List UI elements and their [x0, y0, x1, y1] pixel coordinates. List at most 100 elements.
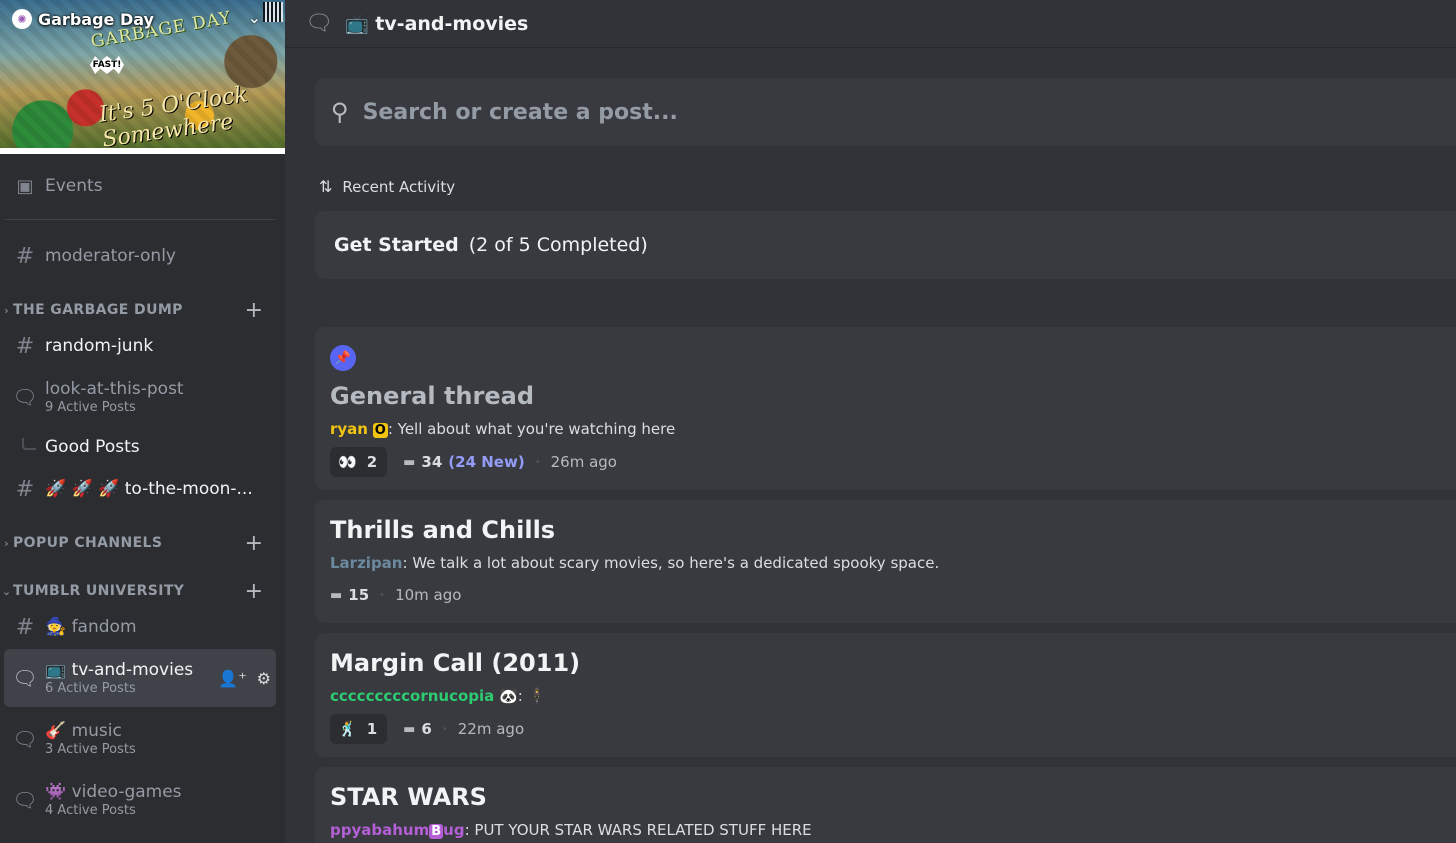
post-title: Thrills and Chills [330, 516, 556, 544]
channel-label: random-junk [45, 336, 154, 356]
message-count: 6 [421, 720, 432, 738]
post-preview: ryan O: Yell about what you're watching … [330, 420, 675, 438]
sidebar-item-look-at-this-post[interactable]: 🗨 look-at-this-post 9 Active Posts [0, 374, 285, 420]
post-text: : We talk a lot about scary movies, so h… [402, 554, 940, 572]
channel-label: 🧙 fandom [45, 617, 137, 637]
reaction-button[interactable]: 👀 2 [330, 447, 388, 477]
category-tumblr-university[interactable]: ⌄ TUMBLR UNIVERSITY + [0, 579, 285, 604]
sidebar-item-music[interactable]: 🗨 🎸 music 3 Active Posts [0, 716, 285, 762]
sidebar-item-video-games[interactable]: 🗨 👾 video-games 4 Active Posts [0, 777, 285, 823]
get-started-banner[interactable]: Get Started (2 of 5 Completed) [315, 211, 1456, 279]
channel-label: moderator-only [45, 246, 176, 266]
add-channel-icon[interactable]: + [245, 579, 263, 604]
search-bar[interactable]: ⚲ [315, 78, 1456, 146]
channel-label: look-at-this-post [45, 379, 184, 399]
post-text: : PUT YOUR STAR WARS RELATED STUFF HERE [464, 821, 812, 839]
post-card-general-thread[interactable]: 📌 General thread ryan O: Yell about what… [315, 327, 1456, 490]
pin-icon: 📌 [330, 345, 356, 371]
channel-header: 🗨 📺 tv-and-movies [285, 0, 1456, 48]
chevron-down-icon[interactable]: ⌄ [248, 8, 261, 27]
sidebar-item-random-junk[interactable]: # random-junk [0, 330, 285, 362]
author-badge: B [429, 824, 444, 839]
message-icon: ▬ [403, 454, 416, 470]
hash-icon: # [15, 333, 35, 359]
invite-member-icon[interactable]: 👤⁺ [218, 669, 246, 688]
forum-icon: 🗨 [12, 727, 38, 751]
channel-title: 📺 tv-and-movies [344, 13, 529, 35]
reaction-count: 2 [366, 453, 378, 471]
sort-button[interactable]: ⇅ Recent Activity [319, 177, 455, 196]
category-label: TUMBLR UNIVERSITY [13, 583, 185, 599]
gear-icon[interactable]: ⚙ [257, 669, 271, 688]
post-author[interactable]: Larzipan [330, 554, 403, 572]
reaction-count: 1 [366, 720, 378, 738]
sidebar-item-events[interactable]: ▣ Events [0, 170, 285, 202]
active-posts-count: 6 Active Posts [45, 681, 136, 696]
message-icon: ▬ [403, 721, 416, 737]
forum-icon: 🗨 [12, 788, 38, 812]
server-header[interactable]: ✺ Garbage Day ⌄ [0, 0, 285, 38]
reaction-emoji: 🕺 [338, 720, 357, 738]
sidebar-item-to-the-moon[interactable]: # 🚀 🚀 🚀 to-the-moon-... [0, 473, 285, 505]
server-logo-icon: ✺ [12, 9, 32, 29]
sidebar-item-moderator-only[interactable]: # moderator-only [0, 240, 285, 272]
post-title: STAR WARS [330, 783, 487, 811]
chevron-right-icon: › [4, 303, 9, 317]
sidebar-item-good-posts[interactable]: Good Posts [0, 432, 285, 462]
add-channel-icon[interactable]: + [245, 531, 263, 556]
active-posts-count: 4 Active Posts [45, 803, 136, 818]
post-emoji: 🕴 [527, 687, 547, 705]
forum-main: 🗨 📺 tv-and-movies ⚲ ⇅ Recent Activity Ge… [285, 0, 1456, 843]
category-popup-channels[interactable]: › POPUP CHANNELS + [0, 531, 285, 556]
message-count: 15 [348, 586, 370, 604]
post-meta: 👀 2 ▬ 34 (24 New) • 26m ago [330, 447, 617, 477]
add-channel-icon[interactable]: + [245, 298, 263, 323]
category-label: THE GARBAGE DUMP [13, 302, 183, 318]
author-emoji: 🐼 [499, 687, 518, 705]
server-name: Garbage Day [38, 9, 154, 29]
post-preview: Larzipan: We talk a lot about scary movi… [330, 554, 939, 572]
separator-dot: • [379, 589, 386, 601]
post-title: General thread [330, 382, 534, 410]
forum-icon: 🗨 [12, 666, 38, 690]
hash-icon: # [15, 476, 35, 502]
channel-label: 👾 video-games [45, 782, 182, 802]
channel-label: 🎸 music [45, 721, 122, 741]
banner-burst: FAST! [90, 56, 124, 74]
post-preview: ppyabahum Bug: PUT YOUR STAR WARS RELATED… [330, 821, 812, 839]
post-card-margin-call[interactable]: Margin Call (2011) cccccccccornucopia 🐼:… [315, 633, 1456, 757]
sidebar-item-tv-and-movies[interactable]: 🗨 📺 tv-and-movies 6 Active Posts 👤⁺ ⚙ [0, 655, 285, 701]
new-messages-count: (24 New) [448, 453, 525, 471]
sort-label: Recent Activity [342, 177, 456, 196]
post-preview: cccccccccornucopia 🐼: 🕴 [330, 687, 546, 705]
post-author[interactable]: ryan [330, 420, 368, 438]
post-time: 22m ago [457, 720, 525, 738]
chevron-right-icon: › [4, 536, 9, 550]
search-icon: ⚲ [331, 98, 349, 126]
search-input[interactable] [362, 99, 1263, 125]
channel-label: 🚀 🚀 🚀 to-the-moon-... [45, 479, 253, 499]
reaction-button[interactable]: 🕺 1 [330, 714, 388, 744]
server-sidebar: GARBAGE DAY FAST! It's 5 O'Clock Somewhe… [0, 0, 285, 843]
post-text: : Yell about what you're watching here [387, 420, 676, 438]
post-meta: ▬ 15 • 10m ago [330, 586, 461, 604]
message-icon: ▬ [330, 587, 343, 603]
post-card-thrills-and-chills[interactable]: Thrills and Chills Larzipan: We talk a l… [315, 500, 1456, 623]
post-card-star-wars[interactable]: STAR WARS ppyabahum Bug: PUT YOUR STAR WA… [315, 767, 1456, 843]
author-name-suffix: ug [443, 821, 465, 839]
post-time: 26m ago [550, 453, 617, 471]
sidebar-item-fandom[interactable]: # 🧙 fandom [0, 611, 285, 643]
hash-icon: # [15, 614, 35, 640]
sidebar-divider [5, 219, 275, 220]
category-the-garbage-dump[interactable]: › THE GARBAGE DUMP + [0, 298, 285, 323]
get-started-progress: (2 of 5 Completed) [468, 234, 648, 256]
forum-icon: 🗨 [12, 385, 38, 409]
active-posts-count: 3 Active Posts [45, 742, 136, 757]
post-text: : [517, 687, 523, 705]
post-author[interactable]: cccccccccornucopia [330, 687, 494, 705]
post-author[interactable]: ppyabahum [330, 821, 429, 839]
message-count: 34 [421, 453, 443, 471]
post-title: Margin Call (2011) [330, 649, 581, 677]
forum-icon: 🗨 [305, 11, 333, 36]
locked-hash-icon: # [15, 243, 35, 269]
